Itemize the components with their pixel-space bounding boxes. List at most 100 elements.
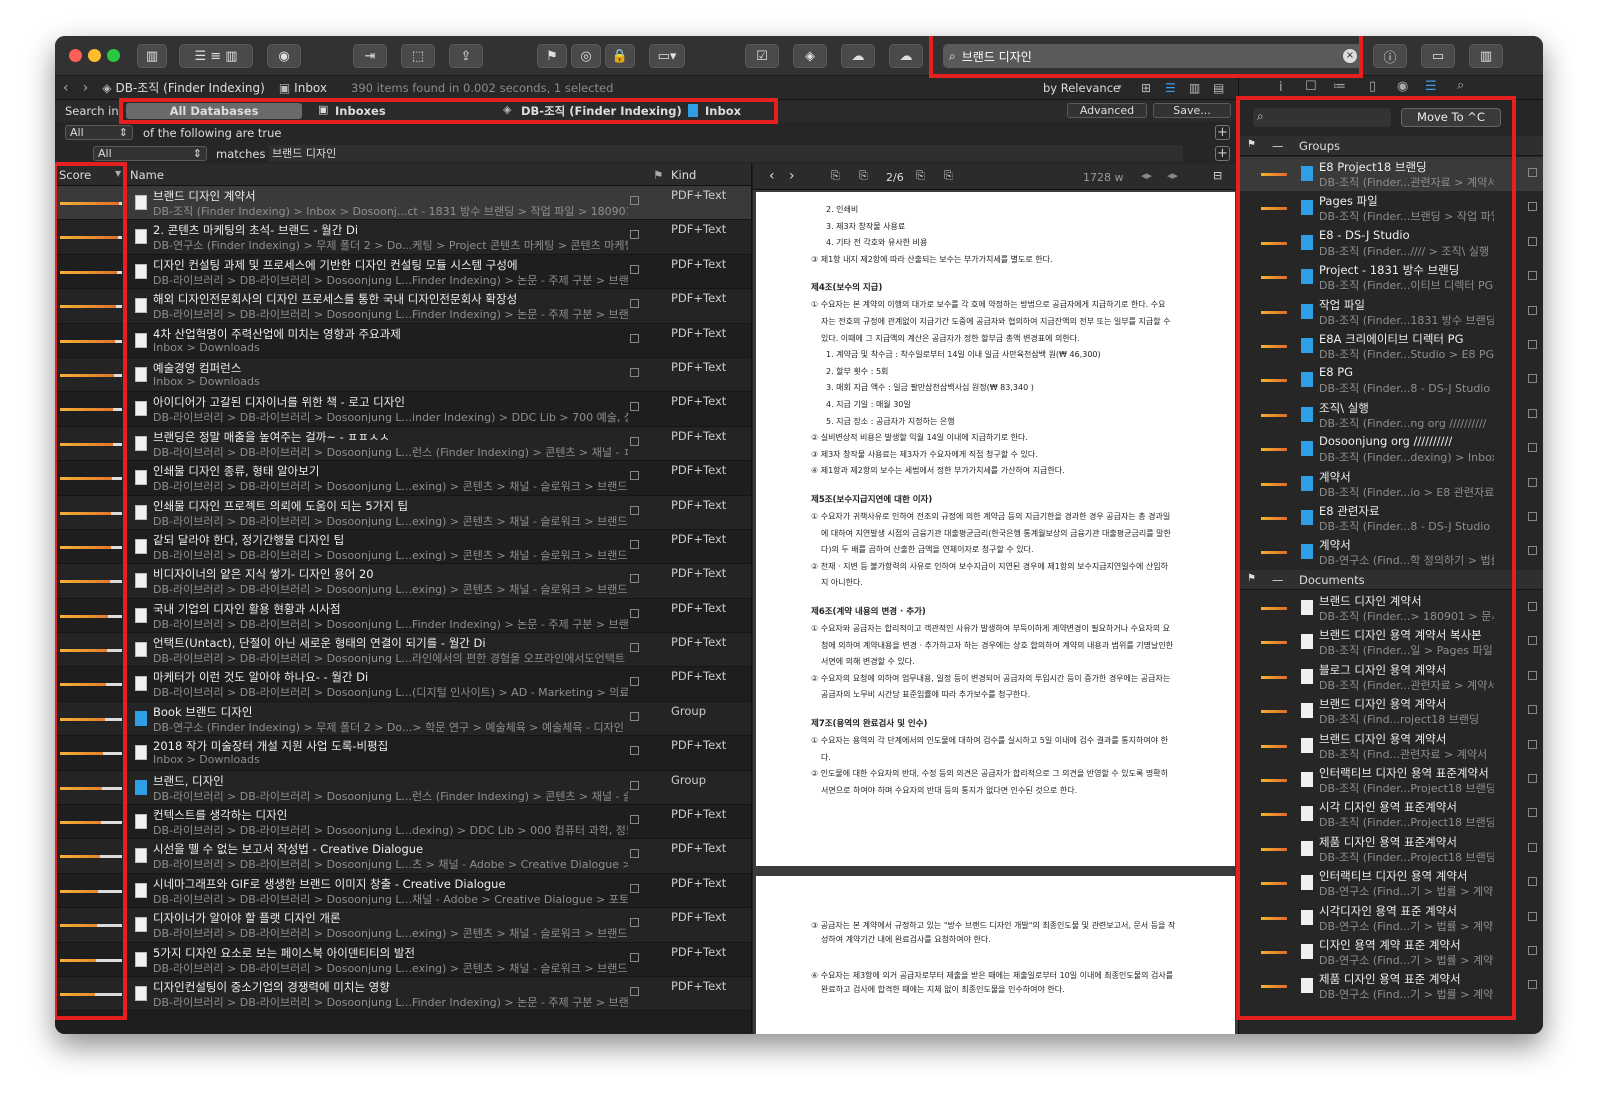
- info-icon[interactable]: [1528, 808, 1537, 818]
- see-also-document[interactable]: 시각디자인 용역 표준 계약서 DB-연구소 (Find...기 > 법률 > 계…: [1239, 901, 1543, 935]
- info-icon[interactable]: [1528, 877, 1537, 887]
- import-icon[interactable]: ⇥: [353, 44, 387, 68]
- classify-group[interactable]: E8 관련자료 DB-조직 (Finder...8 - DS-J Studio: [1239, 501, 1543, 535]
- table-row[interactable]: 디자인 컨설팅 과제 및 프로세스에 기반한 디자인 컨설팅 모듈 시스템 구성…: [55, 255, 751, 290]
- scope-inbox[interactable]: Inbox: [705, 103, 741, 119]
- preview-eye-icon[interactable]: ◉: [267, 44, 301, 68]
- table-row[interactable]: 언택트(Untact), 단절이 아닌 새로운 형태의 연결이 되기를 - 월간…: [55, 633, 751, 668]
- info-icon[interactable]: [1528, 512, 1537, 521]
- scope-all-databases[interactable]: All Databases: [126, 103, 302, 119]
- table-row[interactable]: 디자이너가 알아야 할 플랫 디자인 개론 DB-라이브러리 > DB-라이브러리…: [55, 908, 751, 943]
- see-also-document[interactable]: 인터랙티브 디자인 용역 표준계약서 DB-조직 (Finder...Projec…: [1239, 763, 1543, 797]
- classify-group[interactable]: 계약서 DB-조직 (Finder...io > E8 관련자료: [1239, 467, 1543, 501]
- see-also-document[interactable]: 시각 디자인 용역 표준계약서 DB-조직 (Finder...Project18…: [1239, 797, 1543, 831]
- info-icon[interactable]: ⓘ: [1373, 44, 1407, 68]
- breadcrumb-database[interactable]: DB-조직 (Finder Indexing): [115, 79, 264, 96]
- layout-icon[interactable]: ▭: [1421, 44, 1455, 68]
- table-row[interactable]: Book 브랜드 디자인 DB-연구소 (Finder Indexing) > 무…: [55, 701, 751, 737]
- add-criteria-button[interactable]: +: [1215, 125, 1230, 140]
- table-row[interactable]: 디자인컨설팅이 중소기업의 경쟁력에 미치는 영향 DB-라이브러리 > DB-라…: [55, 976, 751, 1012]
- inspector-search-input[interactable]: ⌕: [1253, 108, 1391, 127]
- see-also-document[interactable]: 제품 디자인 용역 표준계약서 DB-조직 (Finder...Project18…: [1239, 832, 1543, 866]
- table-row[interactable]: 인쇄물 디자인 프로젝트 의뢰에 도움이 되는 5가지 팁 DB-라이브러리 > …: [55, 495, 751, 530]
- classify-group[interactable]: 계약서 DB-연구소 (Find...학 정의하기 > 법률: [1239, 535, 1543, 569]
- table-row[interactable]: 같되 달라야 한다, 정기간행물 디자인 팁 DB-라이브러리 > DB-라이브러…: [55, 530, 751, 565]
- table-row[interactable]: 브랜드, 디자인 DB-라이브러리 > DB-라이브러리 > Dosoonjung…: [55, 770, 751, 806]
- icon-view-icon[interactable]: ⊞: [1141, 81, 1151, 95]
- info-icon[interactable]: [1528, 443, 1537, 453]
- see-also-document[interactable]: 브랜드 디자인 용역 계약서 DB-조직 (Find...roject18 브랜딩: [1239, 694, 1543, 728]
- scope-inboxes[interactable]: Inboxes: [335, 103, 386, 119]
- fit-width-icon[interactable]: ⊟: [1213, 169, 1222, 182]
- tab-info-icon[interactable]: i: [1279, 80, 1283, 95]
- tab-search-icon[interactable]: ⌕: [1457, 78, 1464, 93]
- tab-concordance-icon[interactable]: ◉: [1397, 79, 1408, 94]
- see-also-document[interactable]: 브랜드 디자인 계약서 DB-조직 (Finder...> 180901 > 문서: [1239, 591, 1543, 625]
- info-icon[interactable]: [1528, 946, 1537, 955]
- table-row[interactable]: 2018 작가 미술장터 개설 지원 사업 도록-비평집 Inbox > Down…: [55, 736, 751, 771]
- info-icon[interactable]: [1528, 202, 1537, 212]
- zoom-out-icon[interactable]: ◂▸: [1141, 169, 1152, 182]
- table-row[interactable]: 컨텍스트를 생각하는 디자인 DB-라이브러리 > DB-라이브러리 > Doso…: [55, 805, 751, 840]
- column-view-icon[interactable]: ▥: [1189, 81, 1200, 95]
- capture-icon[interactable]: ⬚: [401, 44, 435, 68]
- inspector-toggle-icon[interactable]: ▥: [1469, 44, 1503, 68]
- info-icon[interactable]: [1528, 636, 1537, 646]
- classify-group[interactable]: E8 - DS-J Studio DB-조직 (Finder...//// > 조…: [1239, 226, 1543, 260]
- tab-annotations-icon[interactable]: ☐: [1305, 79, 1317, 94]
- last-page-icon[interactable]: ⎘: [944, 169, 953, 183]
- match-mode-select[interactable]: All ⇕: [65, 125, 133, 140]
- close-window-button[interactable]: [69, 49, 82, 62]
- page-down-icon[interactable]: ⎘: [916, 169, 925, 183]
- see-also-document[interactable]: 블로그 디자인 용역 계약서 DB-조직 (Finder...관련자료 > 계약서: [1239, 660, 1543, 694]
- see-also-document[interactable]: 제품 디자인 용역 표준 계약서 DB-연구소 (Find...기 > 법률 > …: [1239, 969, 1543, 1003]
- classify-group[interactable]: Project - 1831 방수 브랜딩 DB-조직 (Finder...이티브…: [1239, 260, 1543, 294]
- share-icon[interactable]: ⇪: [449, 44, 483, 68]
- info-icon[interactable]: [1528, 602, 1537, 611]
- table-row[interactable]: 인쇄물 디자인 종류, 형태 알아보기 DB-라이브러리 > DB-라이브러리 >…: [55, 461, 751, 496]
- info-icon[interactable]: [1528, 305, 1537, 315]
- cloud-sync-icon[interactable]: ☁: [889, 44, 923, 68]
- tab-toc-icon[interactable]: ≔: [1333, 79, 1346, 94]
- classify-group[interactable]: E8A 크리에이티브 디렉터 PG DB-조직 (Finder...Studio …: [1239, 329, 1543, 363]
- info-icon[interactable]: [1528, 705, 1537, 715]
- forward-icon[interactable]: ›: [83, 80, 89, 96]
- unread-icon[interactable]: ◎: [571, 44, 601, 68]
- table-row[interactable]: 비디자이너의 얕은 지식 쌓기- 디자인 용어 20 DB-라이브러리 > DB-…: [55, 564, 751, 599]
- cloud-upload-icon[interactable]: ☁: [841, 44, 875, 68]
- info-icon[interactable]: [1528, 911, 1537, 921]
- classify-group[interactable]: E8 Project18 브랜딩 DB-조직 (Finder...관련자료 > 계…: [1239, 157, 1543, 192]
- move-to-button[interactable]: Move To ^C: [1401, 108, 1501, 127]
- see-also-document[interactable]: 인터랙티브 디자인 용역 계약서 DB-연구소 (Find...기 > 법률 > …: [1239, 866, 1543, 900]
- minimize-window-button[interactable]: [88, 49, 101, 62]
- table-row[interactable]: 브랜드 디자인 계약서 DB-조직 (Finder Indexing) > Inb…: [55, 186, 751, 221]
- see-also-document[interactable]: 브랜드 디자인 용역 계약서 DB-조직 (Find...관련자료 > 계약서: [1239, 729, 1543, 763]
- table-row[interactable]: 시선을 뗄 수 없는 보고서 작성법 - Creative Dialogue DB…: [55, 839, 751, 874]
- zoom-in-icon[interactable]: ◂▸: [1167, 169, 1178, 182]
- table-row[interactable]: 5가지 디자인 요소로 보는 페이스북 아이덴티티의 발전 DB-라이브러리 > …: [55, 943, 751, 977]
- info-icon[interactable]: [1528, 271, 1537, 281]
- classify-group[interactable]: 조직\ 실행 DB-조직 (Finder...ng org //////////: [1239, 398, 1543, 432]
- flag-icon[interactable]: ⚑: [537, 44, 567, 68]
- check-icon[interactable]: ☑: [745, 44, 779, 68]
- info-icon[interactable]: [1528, 546, 1537, 556]
- scope-db-org[interactable]: DB-조직 (Finder Indexing): [521, 103, 682, 119]
- clear-search-icon[interactable]: ×: [1343, 49, 1357, 63]
- advanced-button[interactable]: Advanced: [1067, 103, 1147, 118]
- save-search-button[interactable]: Save...: [1153, 103, 1231, 118]
- info-icon[interactable]: [1528, 774, 1537, 783]
- back-icon[interactable]: ‹: [63, 80, 69, 96]
- search-field[interactable]: ⌕ 브랜드 디자인 ×: [943, 44, 1363, 68]
- layers-icon[interactable]: ◈: [793, 44, 827, 68]
- info-icon[interactable]: [1528, 739, 1537, 749]
- cover-view-icon[interactable]: ▤: [1213, 81, 1224, 95]
- lock-icon[interactable]: 🔒: [605, 44, 635, 68]
- label-dropdown-icon[interactable]: ▭▾: [649, 44, 685, 68]
- column-score[interactable]: Score: [59, 168, 91, 182]
- see-also-document[interactable]: 브랜드 디자인 용역 계약서 복사본 DB-조직 (Finder...일 > Pa…: [1239, 625, 1543, 659]
- remove-icon[interactable]: —: [1272, 573, 1284, 587]
- info-icon[interactable]: [1528, 670, 1537, 680]
- see-also-document[interactable]: 디자인 용역 계약 표준 계약서 DB-연구소 (Find...기 > 법률 > …: [1239, 935, 1543, 969]
- info-icon[interactable]: [1528, 168, 1537, 177]
- list-view-icon[interactable]: ☰: [1165, 81, 1176, 95]
